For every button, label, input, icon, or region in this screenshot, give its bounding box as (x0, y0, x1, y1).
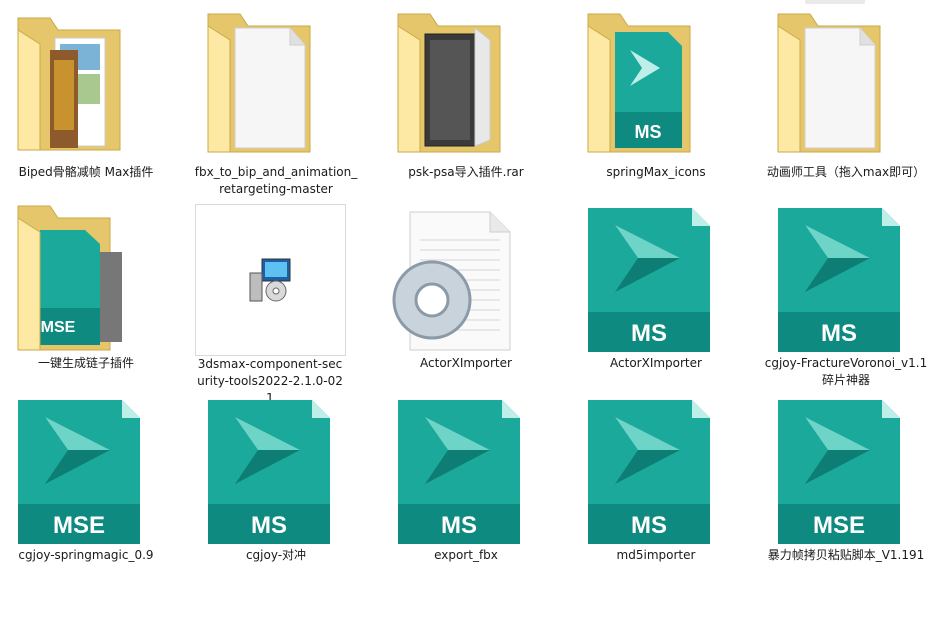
maxscript-ms-icon: MS (208, 400, 330, 544)
folder-with-ms-icon: MS (587, 13, 691, 153)
svg-text:MS: MS (441, 512, 477, 539)
file-item[interactable]: MSE 一键生成链子插件 (0, 200, 172, 390)
file-label: springMax_icons (606, 165, 706, 179)
svg-text:MS: MS (635, 122, 662, 142)
maxscript-ms-icon: MS (588, 400, 710, 544)
svg-text:MS: MS (631, 512, 667, 539)
svg-text:MSE: MSE (813, 512, 865, 539)
svg-text:MSE: MSE (53, 512, 105, 539)
file-label: Biped骨骼减帧 Max插件 (18, 165, 154, 179)
file-grid: Biped骨骼减帧 Max插件 fbx_to_bip_and_animation… (0, 0, 933, 620)
file-label: ActorXImporter (420, 356, 512, 370)
file-item[interactable]: fbx_to_bip_and_animation_retargeting-mas… (190, 0, 362, 196)
file-label: 暴力帧拷贝粘贴脚本_V1.191 (767, 548, 925, 562)
file-label: cgjoy-FractureVoronoi_v1.1碎片神器 (764, 356, 928, 387)
gear-document-icon (392, 211, 511, 351)
svg-text:MSE: MSE (41, 319, 76, 336)
file-label: psk-psa导入插件.rar (408, 165, 524, 179)
file-item[interactable]: psk-psa导入插件.rar (380, 0, 552, 190)
selected-file-item[interactable] (195, 204, 346, 356)
file-label: cgjoy-springmagic_0.9 (18, 548, 154, 562)
file-label: md5importer (616, 548, 696, 562)
maxscript-mse-icon: MSE (778, 400, 900, 544)
file-item[interactable]: Biped骨骼减帧 Max插件 (0, 0, 172, 190)
folder-with-documents-icon (207, 13, 311, 153)
folder-with-mse-icon: MSE (17, 205, 122, 351)
maxscript-ms-icon: MS (778, 208, 900, 352)
file-item[interactable]: MS cgjoy-对冲 (190, 392, 362, 582)
maxscript-ms-icon: MS (398, 400, 520, 544)
svg-text:MS: MS (821, 320, 857, 347)
file-item[interactable]: MS md5importer (570, 392, 742, 582)
folder-with-documents-icon (777, 13, 881, 153)
svg-text:MS: MS (631, 320, 667, 347)
file-item[interactable]: MSE cgjoy-springmagic_0.9 (0, 392, 172, 582)
file-label: 动画师工具（拖入max即可） (766, 165, 926, 179)
maxscript-mse-icon: MSE (18, 400, 140, 544)
file-item[interactable]: 动画师工具（拖入max即可） (760, 0, 932, 190)
installer-icon (249, 258, 291, 302)
file-item[interactable]: MS export_fbx (380, 392, 552, 582)
folder-with-images-icon (17, 17, 121, 151)
file-label: fbx_to_bip_and_animation_retargeting-mas… (194, 165, 358, 196)
file-label: export_fbx (434, 548, 498, 562)
file-item[interactable]: ActorXImporter (380, 200, 552, 390)
file-item[interactable]: MS cgjoy-FractureVoronoi_v1.1碎片神器 (760, 200, 932, 390)
maxscript-ms-icon: MS (588, 208, 710, 352)
file-item[interactable]: MSE 暴力帧拷贝粘贴脚本_V1.191 (760, 392, 932, 582)
file-item[interactable]: MS springMax_icons (570, 0, 742, 190)
file-item[interactable]: MS ActorXImporter (570, 200, 742, 390)
file-label: cgjoy-对冲 (245, 548, 307, 562)
file-label: 一键生成链子插件 (37, 356, 134, 370)
file-label: ActorXImporter (610, 356, 702, 370)
svg-text:MS: MS (251, 512, 287, 539)
folder-with-archive-icon (397, 13, 501, 153)
